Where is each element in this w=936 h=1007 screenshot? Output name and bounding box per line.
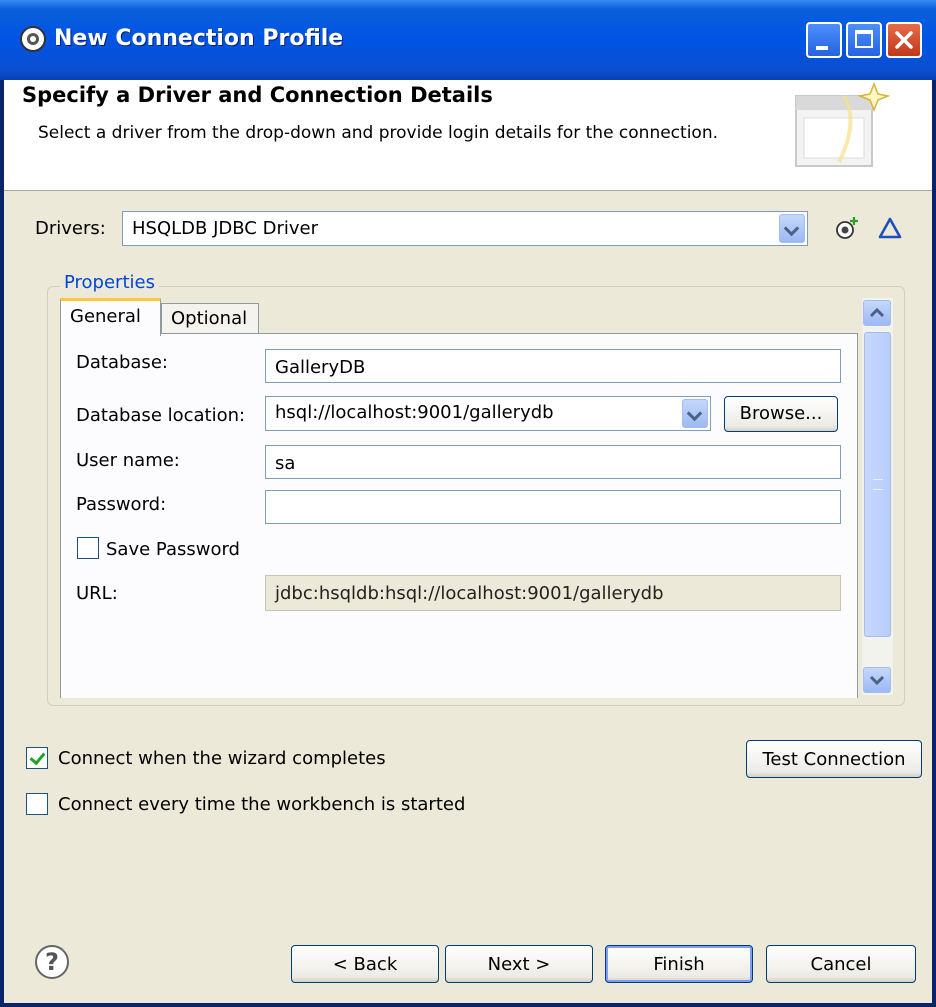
user-name-field[interactable]: sa (265, 445, 841, 479)
maximize-button[interactable] (846, 22, 882, 58)
maximize-icon (855, 30, 873, 48)
scroll-down-button[interactable] (863, 667, 891, 693)
back-button-label: < Back (332, 954, 398, 975)
test-connection-button[interactable]: Test Connection (746, 740, 922, 778)
close-icon (895, 31, 913, 49)
drivers-dropdown[interactable]: HSQLDB JDBC Driver (122, 211, 808, 246)
connect-on-start-label[interactable]: Connect every time the workbench is star… (58, 794, 465, 815)
test-connection-label: Test Connection (762, 749, 906, 770)
check-icon (29, 748, 46, 766)
chevron-down-icon (869, 675, 885, 686)
wizard-banner-icon (795, 82, 891, 167)
chevron-up-icon (869, 307, 885, 318)
new-driver-icon[interactable] (834, 215, 860, 241)
database-label: Database: (76, 352, 168, 373)
browse-button-label: Browse... (739, 403, 823, 424)
user-name-value: sa (275, 453, 296, 474)
tab-optional-label: Optional (171, 308, 248, 329)
browse-button[interactable]: Browse... (724, 396, 838, 432)
app-icon (20, 26, 46, 52)
page-title: Specify a Driver and Connection Details (22, 83, 493, 107)
back-button[interactable]: < Back (291, 945, 439, 983)
finish-button-label: Finish (653, 954, 705, 975)
drivers-selected-value: HSQLDB JDBC Driver (132, 218, 318, 239)
connect-on-complete-label[interactable]: Connect when the wizard completes (58, 748, 386, 769)
cancel-button-label: Cancel (810, 954, 872, 975)
grip-icon (873, 479, 883, 490)
password-field[interactable] (265, 490, 841, 524)
scroll-up-button[interactable] (863, 300, 891, 326)
window-title: New Connection Profile (54, 26, 344, 51)
help-glyph: ? (45, 948, 59, 976)
database-value: GalleryDB (275, 357, 366, 378)
database-location-combo[interactable]: hsql://localhost:9001/gallerydb (265, 396, 711, 431)
database-location-label: Database location: (76, 405, 246, 426)
url-value: jdbc:hsqldb:hsql://localhost:9001/galler… (275, 583, 664, 604)
connect-on-complete-checkbox[interactable] (26, 747, 48, 769)
next-button[interactable]: Next > (445, 945, 593, 983)
connect-on-start-checkbox[interactable] (26, 793, 48, 815)
chevron-down-icon[interactable] (779, 214, 805, 243)
page-description: Select a driver from the drop-down and p… (38, 123, 718, 143)
cancel-button[interactable]: Cancel (766, 945, 916, 983)
help-icon[interactable]: ? (35, 945, 69, 979)
properties-group-label: Properties (60, 272, 159, 293)
close-button[interactable] (886, 22, 922, 58)
url-field: jdbc:hsqldb:hsql://localhost:9001/galler… (265, 575, 841, 611)
finish-button[interactable]: Finish (605, 945, 753, 983)
tab-general[interactable]: General (60, 298, 161, 336)
database-location-value: hsql://localhost:9001/gallerydb (275, 402, 554, 423)
minimize-button[interactable] (806, 22, 842, 58)
save-password-checkbox[interactable] (77, 537, 99, 559)
next-button-label: Next > (487, 954, 551, 975)
tab-general-label: General (70, 306, 141, 327)
user-name-label: User name: (76, 450, 180, 471)
save-password-label[interactable]: Save Password (106, 539, 240, 560)
minimize-icon (816, 46, 828, 50)
scroll-thumb[interactable] (864, 332, 891, 637)
drivers-label: Drivers: (35, 218, 106, 239)
edit-driver-icon[interactable] (877, 216, 903, 240)
database-field[interactable]: GalleryDB (265, 349, 841, 383)
chevron-down-icon[interactable] (682, 399, 708, 428)
tab-optional[interactable]: Optional (161, 303, 259, 335)
password-label: Password: (76, 494, 167, 515)
url-label: URL: (76, 583, 118, 604)
